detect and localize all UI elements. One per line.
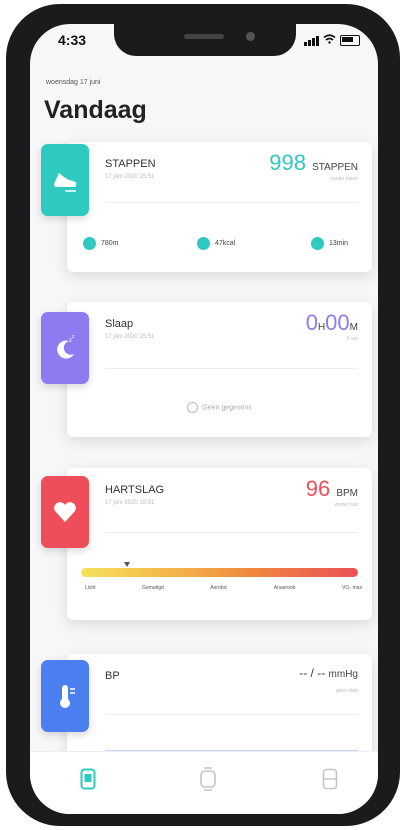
heartrate-time: 17 juni 2020 15:51 xyxy=(105,500,155,506)
bp-sub: geen data xyxy=(335,688,358,694)
wifi-icon xyxy=(323,34,336,47)
heartrate-sub: verder rust xyxy=(334,502,358,508)
profile-icon xyxy=(322,768,338,790)
status-time: 4:33 xyxy=(58,32,87,48)
heartrate-zones: Licht Gematigd Aerobic Anaeroob VO₂ max xyxy=(85,585,362,591)
sleep-tile: zz xyxy=(41,312,89,384)
steps-value: 998 STAPPEN xyxy=(269,150,358,175)
svg-text:z: z xyxy=(72,334,75,340)
sleep-card[interactable]: Slaap 17 juni 2020 15:51 0H00M 0 uur Gee… xyxy=(67,302,372,437)
distance-icon xyxy=(83,237,96,250)
tab-bar xyxy=(30,751,378,814)
page-title: Vandaag xyxy=(44,96,147,124)
sleep-time: 17 juni 2020 15:51 xyxy=(105,334,155,340)
sleep-sub: 0 uur xyxy=(346,336,358,342)
sleep-value: 0H00M xyxy=(305,310,358,335)
heart-tile xyxy=(41,476,89,548)
divider xyxy=(105,202,358,203)
duration-stat: 13min xyxy=(311,237,348,250)
status-icons xyxy=(304,34,360,47)
phone-icon xyxy=(80,768,96,790)
info-icon xyxy=(187,402,199,413)
steps-time: 17 juni 2020 15:51 xyxy=(105,174,155,180)
steps-tile xyxy=(41,144,89,216)
sleep-title: Slaap xyxy=(105,318,134,330)
date-label: woensdag 17 juni xyxy=(46,79,101,86)
moon-icon: zz xyxy=(57,334,75,359)
bp-tile xyxy=(41,660,89,732)
steps-title: STAPPEN xyxy=(105,158,156,170)
heartrate-value: 96 BPM xyxy=(305,476,358,501)
bp-title: BP xyxy=(105,670,120,682)
distance-stat: 780m xyxy=(83,237,119,250)
screen: 4:33 woensdag 17 juni Vandaag STAPPEN 17… xyxy=(30,24,378,814)
calories-stat: 47kcal xyxy=(197,237,235,250)
thermometer-icon xyxy=(60,685,75,708)
notch xyxy=(114,24,296,56)
calories-icon xyxy=(197,237,210,250)
divider xyxy=(105,532,358,533)
heartrate-zone-bar xyxy=(81,568,358,577)
bp-value: -- / -- mmHg xyxy=(299,666,358,680)
heartrate-card[interactable]: HARTSLAG 17 juni 2020 15:51 96 BPM verde… xyxy=(67,468,372,620)
signal-icon xyxy=(304,35,319,46)
shoe-icon xyxy=(54,173,77,192)
heartrate-title: HARTSLAG xyxy=(105,484,165,496)
heartrate-marker xyxy=(124,562,130,567)
steps-sub: verder lopen xyxy=(330,176,358,182)
watch-icon xyxy=(200,767,216,791)
phone-frame: 4:33 woensdag 17 juni Vandaag STAPPEN 17… xyxy=(6,4,400,826)
tab-profile[interactable] xyxy=(318,766,342,792)
heart-icon xyxy=(54,502,76,522)
divider xyxy=(105,368,358,369)
duration-icon xyxy=(311,237,324,250)
sleep-no-data-link[interactable]: Geen gegevens xyxy=(67,402,372,413)
battery-icon xyxy=(340,35,360,46)
tab-device[interactable] xyxy=(196,766,220,792)
tab-today[interactable] xyxy=(76,766,100,792)
steps-card[interactable]: STAPPEN 17 juni 2020 15:51 998 STAPPEN v… xyxy=(67,142,372,272)
divider xyxy=(105,714,358,715)
